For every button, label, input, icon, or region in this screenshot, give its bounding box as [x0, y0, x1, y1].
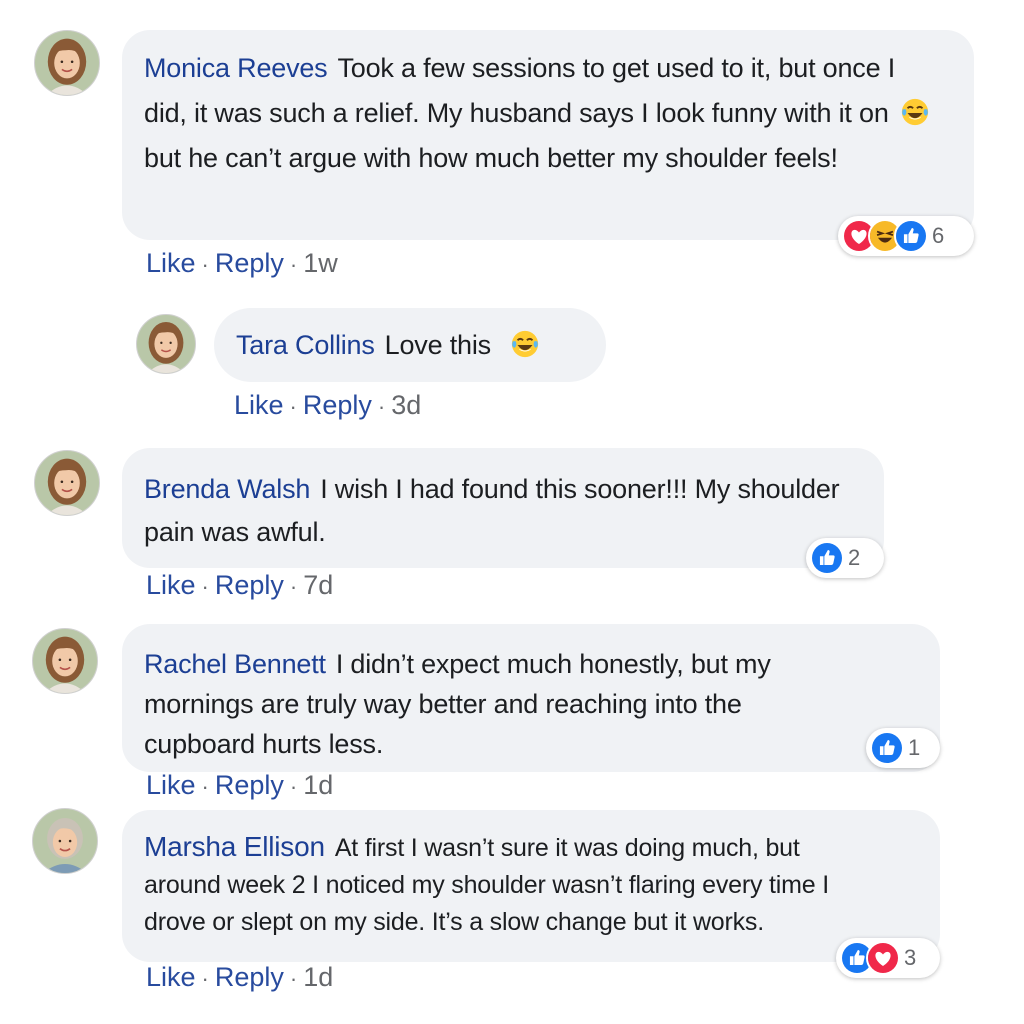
separator: · — [201, 252, 209, 277]
reaction-summary[interactable]: 2 — [806, 538, 884, 578]
like-link[interactable]: Like — [146, 570, 196, 600]
avatar[interactable] — [32, 628, 98, 694]
comment-text: Monica Reeves Took a few sessions to get … — [144, 46, 944, 181]
separator: · — [289, 966, 298, 991]
comment-text: Rachel Bennett I didn’t expect much hones… — [144, 644, 844, 764]
reaction-summary[interactable]: 6 — [838, 216, 974, 256]
separator: · — [201, 774, 209, 799]
comment-actions: Like · Reply · 3d — [234, 390, 421, 421]
comment-timestamp[interactable]: 1d — [303, 770, 333, 800]
love-icon — [866, 941, 900, 975]
avatar[interactable] — [34, 450, 100, 516]
comment-author[interactable]: Monica Reeves — [144, 53, 328, 83]
reaction-summary[interactable]: 1 — [866, 728, 940, 768]
separator: · — [289, 394, 297, 419]
comment-timestamp[interactable]: 3d — [391, 390, 421, 420]
separator: · — [289, 252, 298, 277]
separator: · — [289, 774, 298, 799]
comment-actions: Like · Reply · 1d — [146, 962, 333, 993]
reaction-count: 6 — [932, 223, 945, 248]
like-icon — [894, 219, 928, 253]
comment-timestamp[interactable]: 1d — [303, 962, 333, 992]
separator: · — [201, 574, 209, 599]
comment-timestamp[interactable]: 7d — [303, 570, 333, 600]
comment-timestamp[interactable]: 1w — [303, 248, 338, 278]
reaction-count: 3 — [904, 945, 917, 970]
comment-text: Tara Collins Love this — [236, 323, 596, 368]
comment-author[interactable]: Marsha Ellison — [144, 831, 325, 862]
reaction-count: 1 — [908, 735, 921, 760]
reply-link[interactable]: Reply — [303, 390, 372, 420]
like-link[interactable]: Like — [146, 248, 196, 278]
comment-actions: Like · Reply · 7d — [146, 570, 333, 601]
laughing-crying-emoji-icon — [510, 329, 540, 359]
reply-link[interactable]: Reply — [215, 248, 284, 278]
comment-author[interactable]: Rachel Bennett — [144, 649, 326, 679]
avatar[interactable] — [34, 30, 100, 96]
comment-actions: Like · Reply · 1d — [146, 770, 333, 801]
separator: · — [201, 966, 209, 991]
reply-link[interactable]: Reply — [215, 770, 284, 800]
comment-text: Marsha Ellison At first I wasn’t sure it … — [144, 828, 864, 941]
like-icon — [870, 731, 904, 765]
reply-link[interactable]: Reply — [215, 962, 284, 992]
reaction-summary[interactable]: 3 — [836, 938, 940, 978]
comment-body: Love this — [384, 330, 491, 360]
like-link[interactable]: Like — [146, 962, 196, 992]
comment-text: Brenda Walsh I wish I had found this soon… — [144, 468, 864, 554]
comment-actions: Like · Reply · 1w — [146, 248, 338, 279]
like-link[interactable]: Like — [234, 390, 284, 420]
like-link[interactable]: Like — [146, 770, 196, 800]
reaction-count: 2 — [848, 545, 861, 570]
avatar[interactable] — [136, 314, 196, 374]
laughing-crying-emoji-icon — [900, 97, 930, 127]
avatar[interactable] — [32, 808, 98, 874]
comment-author[interactable]: Tara Collins — [236, 330, 375, 360]
reply-link[interactable]: Reply — [215, 570, 284, 600]
like-icon — [810, 541, 844, 575]
comment-author[interactable]: Brenda Walsh — [144, 474, 310, 504]
separator: · — [289, 574, 298, 599]
comment-body: but he can’t argue with how much better … — [144, 143, 838, 173]
separator: · — [377, 394, 386, 419]
